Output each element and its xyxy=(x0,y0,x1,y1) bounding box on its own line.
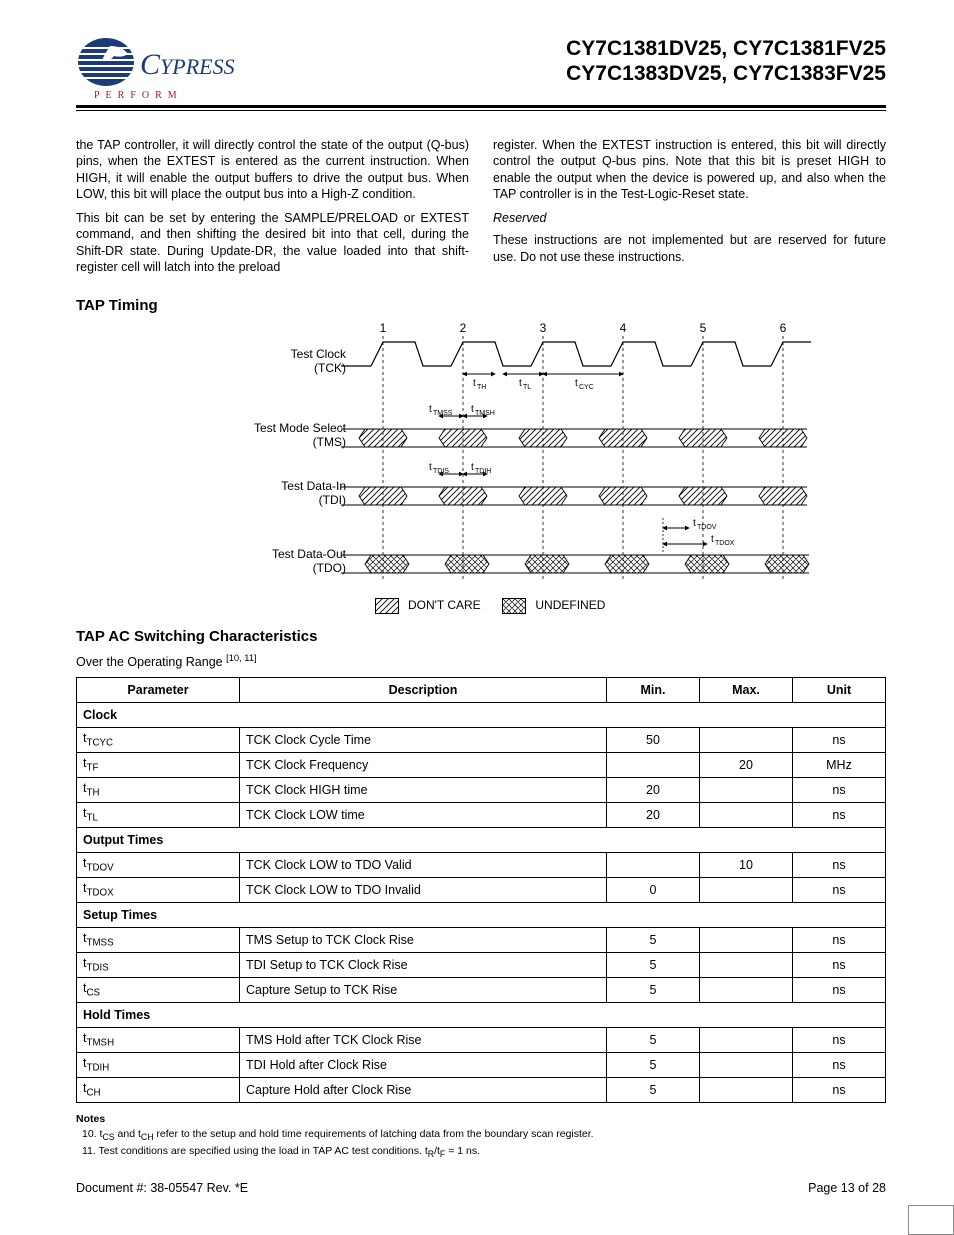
table-row: tTDOVTCK Clock LOW to TDO Valid10ns xyxy=(77,853,886,878)
table-row: tTDOXTCK Clock LOW to TDO Invalid0ns xyxy=(77,878,886,903)
svg-text:TMSH: TMSH xyxy=(475,410,495,417)
logo-tagline: PERFORM xyxy=(94,90,246,101)
legend-cross-label: UNDEFINED xyxy=(535,598,605,612)
table-row: tCSCapture Setup to TCK Rise5ns xyxy=(77,978,886,1003)
part-numbers: CY7C1381DV25, CY7C1381FV25 CY7C1383DV25,… xyxy=(566,36,886,86)
logo-text: CCYPRESSYPRESS xyxy=(140,48,235,82)
parts-line-2: CY7C1383DV25, CY7C1383FV25 xyxy=(566,61,886,86)
table-row: tTMSSTMS Setup to TCK Clock Rise5ns xyxy=(77,928,886,953)
svg-text:t: t xyxy=(693,518,696,529)
svg-text:TDOV: TDOV xyxy=(697,524,717,531)
col-header: Description xyxy=(240,678,607,703)
para-l2: This bit can be set by entering the SAMP… xyxy=(76,210,469,275)
legend-hatch-label: DON'T CARE xyxy=(408,598,481,612)
svg-text:t: t xyxy=(429,404,432,415)
svg-text:t: t xyxy=(473,378,476,389)
svg-text:3: 3 xyxy=(540,322,547,335)
logo: CCYPRESSYPRESS PERFORM xyxy=(76,36,246,101)
svg-text:TH: TH xyxy=(477,384,486,391)
table-row: tTLTCK Clock LOW time20ns xyxy=(77,803,886,828)
note-10: 10. tCS and tCH refer to the setup and h… xyxy=(82,1127,886,1144)
intro-columns: the TAP controller, it will directly con… xyxy=(76,137,886,283)
table-row: tCHCapture Hold after Clock Rise5ns xyxy=(77,1078,886,1103)
table-row: tTMSHTMS Hold after TCK Clock Rise5ns xyxy=(77,1028,886,1053)
doc-number: Document #: 38-05547 Rev. *E xyxy=(76,1181,248,1195)
svg-text:5: 5 xyxy=(700,322,707,335)
right-column: register. When the EXTEST instruction is… xyxy=(493,137,886,283)
svg-text:6: 6 xyxy=(780,322,787,335)
svg-text:t: t xyxy=(471,404,474,415)
svg-text:t: t xyxy=(471,462,474,473)
svg-text:TL: TL xyxy=(523,384,531,391)
svg-text:Test Mode Select: Test Mode Select xyxy=(254,421,347,435)
svg-text:(TCK): (TCK) xyxy=(314,361,346,375)
svg-text:4: 4 xyxy=(620,322,627,335)
timing-diagram: 123456 Test Clock(TCK)Test Mode Select(T… xyxy=(76,322,886,614)
table-row: tTDIHTDI Hold after Clock Rise5ns xyxy=(77,1053,886,1078)
col-header: Parameter xyxy=(77,678,240,703)
col-header: Min. xyxy=(607,678,700,703)
para-r1: register. When the EXTEST instruction is… xyxy=(493,137,886,202)
table-row: tTCYCTCK Clock Cycle Time50ns xyxy=(77,728,886,753)
table-row: tTFTCK Clock Frequency20MHz xyxy=(77,753,886,778)
svg-text:Test Data-Out: Test Data-Out xyxy=(272,547,347,561)
svg-text:t: t xyxy=(575,378,578,389)
notes-list: 10. tCS and tCH refer to the setup and h… xyxy=(82,1127,886,1161)
corner-box xyxy=(908,1205,954,1235)
svg-text:2: 2 xyxy=(460,322,467,335)
para-r2: These instructions are not implemented b… xyxy=(493,232,886,265)
svg-text:TMSS: TMSS xyxy=(433,410,453,417)
svg-text:Test Data-In: Test Data-In xyxy=(281,479,346,493)
group-row: Clock xyxy=(77,703,886,728)
legend-hatch-icon xyxy=(375,598,399,614)
page-footer: Document #: 38-05547 Rev. *E Page 13 of … xyxy=(76,1181,886,1195)
svg-text:t: t xyxy=(519,378,522,389)
svg-text:TDIS: TDIS xyxy=(433,468,449,475)
logo-icon xyxy=(76,36,144,88)
svg-text:TDOX: TDOX xyxy=(715,540,735,547)
col-header: Max. xyxy=(700,678,793,703)
left-column: the TAP controller, it will directly con… xyxy=(76,137,469,283)
svg-text:t: t xyxy=(711,534,714,545)
page-number: Page 13 of 28 xyxy=(808,1181,886,1195)
header-rule-thick xyxy=(76,105,886,108)
reserved-heading: Reserved xyxy=(493,210,886,226)
section-tap-timing: TAP Timing xyxy=(76,297,886,314)
operating-range-note: Over the Operating Range [10, 11] xyxy=(76,653,886,669)
legend-cross-icon xyxy=(502,598,526,614)
group-row: Output Times xyxy=(77,828,886,853)
svg-text:t: t xyxy=(429,462,432,473)
page-header: CCYPRESSYPRESS PERFORM CY7C1381DV25, CY7… xyxy=(76,36,886,101)
diagram-legend: DON'T CARE UNDEFINED xyxy=(76,598,886,614)
parts-line-1: CY7C1381DV25, CY7C1381FV25 xyxy=(566,36,886,61)
col-header: Unit xyxy=(793,678,886,703)
header-rule-thin xyxy=(76,110,886,111)
table-row: tTDISTDI Setup to TCK Clock Rise5ns xyxy=(77,953,886,978)
group-row: Hold Times xyxy=(77,1003,886,1028)
para-l1: the TAP controller, it will directly con… xyxy=(76,137,469,202)
table-row: tTHTCK Clock HIGH time20ns xyxy=(77,778,886,803)
svg-text:CYC: CYC xyxy=(579,384,594,391)
section-tap-ac: TAP AC Switching Characteristics xyxy=(76,628,886,645)
svg-text:Test Clock: Test Clock xyxy=(291,347,347,361)
svg-text:TDIH: TDIH xyxy=(475,468,491,475)
specs-table: ParameterDescriptionMin.Max.Unit ClocktT… xyxy=(76,677,886,1103)
svg-text:1: 1 xyxy=(380,322,387,335)
notes-heading: Notes xyxy=(76,1113,886,1125)
group-row: Setup Times xyxy=(77,903,886,928)
note-11: 11. Test conditions are specified using … xyxy=(82,1144,886,1161)
